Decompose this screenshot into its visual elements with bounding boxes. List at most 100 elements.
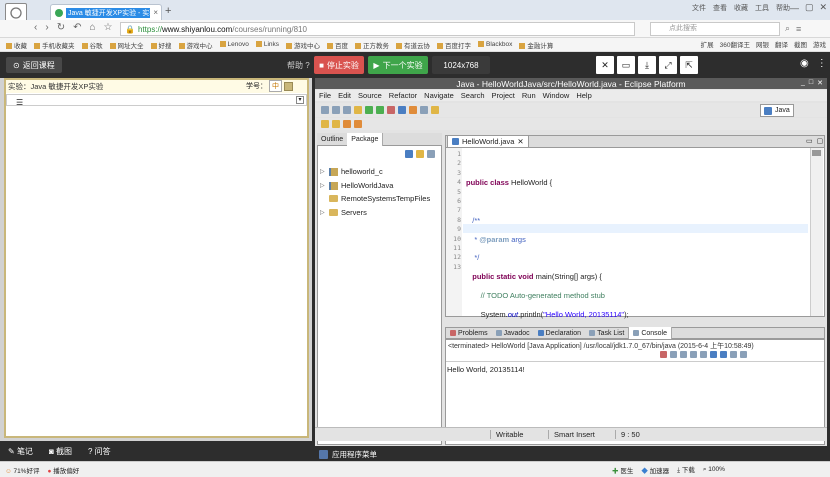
bookmark-item[interactable]: 谷歌	[82, 40, 103, 50]
minimize-icon[interactable]: —	[790, 3, 799, 13]
menu-icon[interactable]: ≡	[796, 24, 801, 34]
menu-file[interactable]: 文件	[692, 3, 706, 13]
tab-declaration[interactable]: Declaration	[534, 327, 585, 339]
menu-window[interactable]: Window	[543, 91, 570, 100]
refresh-icon[interactable]: ↻	[57, 22, 65, 33]
menu-file[interactable]: File	[319, 91, 331, 100]
view-menu-icon[interactable]	[427, 150, 435, 158]
remove-launch-icon[interactable]	[670, 351, 677, 358]
tab-javadoc[interactable]: Javadoc	[492, 327, 534, 339]
notebook-icon[interactable]	[284, 81, 293, 91]
minimize-editor-icon[interactable]: ▭	[806, 137, 813, 145]
bookmark-item[interactable]: 金融计算	[519, 40, 553, 50]
bookmark-item[interactable]: 百度打字	[437, 40, 471, 50]
collapse-all-icon[interactable]	[405, 150, 413, 158]
menu-tools[interactable]: 工具	[755, 3, 769, 13]
qa-button[interactable]: ? 问答	[88, 446, 111, 457]
search-input[interactable]: 点此搜索	[650, 22, 780, 36]
menu-navigate[interactable]: Navigate	[424, 91, 454, 100]
clear-console-icon[interactable]	[690, 351, 697, 358]
bookmark-item[interactable]: 手机收藏夹	[34, 40, 75, 50]
view-menu-icon[interactable]	[740, 351, 747, 358]
eclipse-minimize-icon[interactable]: _	[801, 79, 805, 87]
tab-task-list[interactable]: Task List	[585, 327, 628, 339]
fullscreen-exit-icon[interactable]: ✕	[596, 56, 614, 74]
bookmark-item[interactable]: 正方教务	[355, 40, 389, 50]
display-console-icon[interactable]	[720, 351, 727, 358]
clipboard-icon[interactable]: ▭	[617, 56, 635, 74]
bookmark-item[interactable]: 有道云协	[396, 40, 430, 50]
external-tools-icon[interactable]	[387, 106, 395, 114]
bank-item[interactable]: 网银	[756, 39, 769, 49]
expand-icon[interactable]: ▷	[320, 209, 326, 216]
tab-package[interactable]: Package	[347, 132, 384, 146]
tab-close-button[interactable]: ×	[153, 8, 158, 17]
stop-lab-button[interactable]: ■ 停止实验	[314, 56, 364, 74]
editor-scrollbar[interactable]	[810, 148, 823, 316]
build-icon[interactable]	[354, 106, 362, 114]
menu-source[interactable]: Source	[358, 91, 382, 100]
browser-tab[interactable]: Java 敏捷开发XP实验 - 实验楼 ×	[50, 4, 162, 20]
remove-all-icon[interactable]	[680, 351, 687, 358]
annotation-icon[interactable]	[431, 106, 439, 114]
more-icon[interactable]: ⋮	[817, 58, 827, 69]
link-editor-icon[interactable]	[416, 150, 424, 158]
student-id-select[interactable]: 中	[269, 80, 282, 92]
back-nav-icon[interactable]	[343, 120, 351, 128]
bookmark-item[interactable]: 游戏中心	[179, 40, 213, 50]
resolution-select[interactable]: 1024x768	[432, 56, 490, 74]
terminate-icon[interactable]	[660, 351, 667, 358]
back-icon[interactable]: ‹	[34, 22, 37, 33]
bookmark-item[interactable]: Lenovo	[220, 41, 249, 48]
help-link[interactable]: 帮助 ?	[287, 60, 310, 71]
tree-item[interactable]: ▷ helloworld_c	[320, 167, 383, 176]
print-icon[interactable]	[343, 106, 351, 114]
search-icon[interactable]	[420, 106, 428, 114]
screenshot-button[interactable]: ◙ 截图	[49, 446, 72, 457]
tab-problems[interactable]: Problems	[446, 327, 492, 339]
scroll-lock-icon[interactable]	[700, 351, 707, 358]
download-icon[interactable]: ⤓	[638, 56, 656, 74]
menu-run[interactable]: Run	[522, 91, 536, 100]
menu-view[interactable]: 查看	[713, 3, 727, 13]
address-bar[interactable]: 🔒 https://www.shiyanlou.com/courses/runn…	[120, 22, 635, 36]
menu-search[interactable]: Search	[461, 91, 485, 100]
expand-icon[interactable]: ⤢	[659, 56, 677, 74]
next-annotation-icon[interactable]	[321, 120, 329, 128]
back-to-course-button[interactable]: ⊙ 返回课程	[6, 57, 62, 73]
doc-dropdown[interactable]: ▾	[6, 94, 307, 106]
eye-icon[interactable]: ◉	[800, 58, 809, 69]
menu-favorites[interactable]: 收藏	[734, 3, 748, 13]
bookmark-item[interactable]: 游戏中心	[286, 40, 320, 50]
forward-nav-icon[interactable]	[354, 120, 362, 128]
maximize-editor-icon[interactable]: ▢	[817, 137, 824, 145]
playback-item[interactable]: ● 播放偏好	[47, 465, 79, 475]
screenshot-item[interactable]: 截图	[794, 39, 807, 49]
menu-project[interactable]: Project	[492, 91, 515, 100]
new-icon[interactable]	[321, 106, 329, 114]
rating-item[interactable]: ☺ 71%好评	[5, 465, 39, 475]
accelerator-item[interactable]: ◆ 加速器	[641, 465, 669, 475]
pin-console-icon[interactable]	[710, 351, 717, 358]
notes-button[interactable]: ✎ 笔记	[8, 446, 33, 457]
star-icon[interactable]: ☆	[104, 22, 113, 33]
download-item[interactable]: ⤓ 下载	[677, 464, 695, 475]
new-class-icon[interactable]	[398, 106, 406, 114]
translate-item[interactable]: 翻译	[775, 39, 788, 49]
search-icon[interactable]: ⌕	[785, 23, 790, 34]
tree-item[interactable]: ▷ Servers	[320, 208, 367, 217]
eclipse-close-icon[interactable]: ✕	[817, 79, 823, 87]
tree-item[interactable]: RemoteSystemsTempFiles	[320, 194, 430, 203]
games-item[interactable]: 游戏	[813, 39, 826, 49]
bookmark-item[interactable]: 收藏	[6, 40, 27, 50]
menu-help[interactable]: 帮助	[776, 3, 790, 13]
run-icon[interactable]	[376, 106, 384, 114]
bookmark-item[interactable]: Blackbox	[478, 41, 512, 48]
bookmark-item[interactable]: 百度	[327, 40, 348, 50]
prev-annotation-icon[interactable]	[332, 120, 340, 128]
editor-tab[interactable]: HelloWorld.java ✕	[447, 135, 529, 147]
external-icon[interactable]: ⇱	[680, 56, 698, 74]
bookmark-item[interactable]: 好搜	[151, 40, 172, 50]
expand-icon[interactable]: ▷	[320, 182, 326, 189]
undo-icon[interactable]: ↶	[73, 22, 81, 33]
